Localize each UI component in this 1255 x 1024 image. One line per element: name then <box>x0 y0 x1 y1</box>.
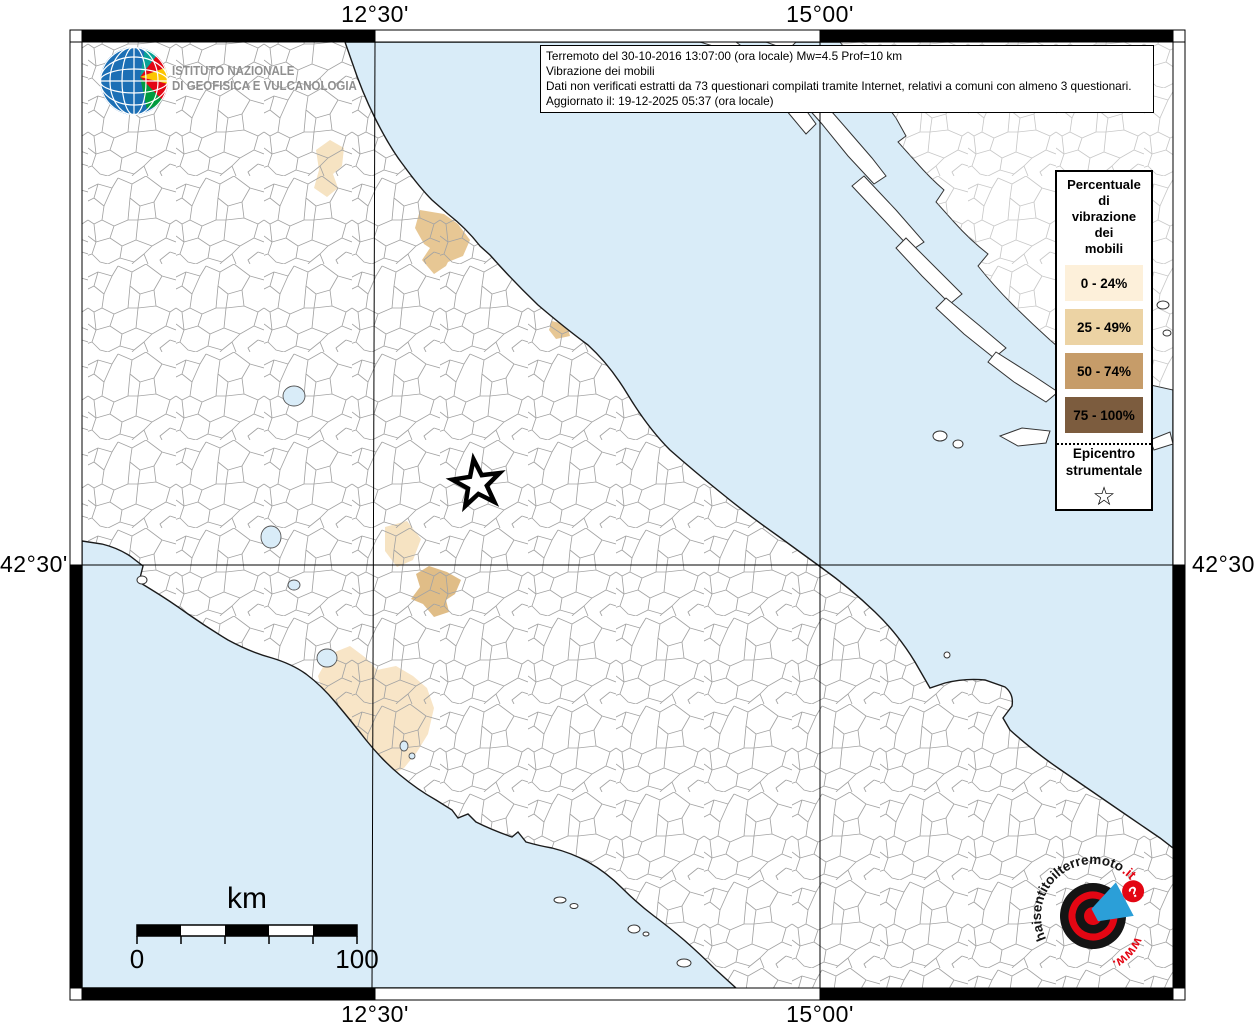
legend-title-line: di <box>1098 193 1110 208</box>
legend-swatch-0-24: 0 - 24% <box>1065 265 1143 301</box>
coord-label-bottom-left: 12°30' <box>341 1001 409 1024</box>
legend-title-line: Percentuale <box>1067 177 1141 192</box>
hsit-map-page: ? haisentitoilterremoto .it www. 12°30' … <box>0 0 1255 1024</box>
legend-epicenter-label: strumentale <box>1065 463 1143 478</box>
coord-label-top-left: 12°30' <box>341 1 409 27</box>
legend-swatch-50-74: 50 - 74% <box>1065 353 1143 389</box>
info-line-event: Terremoto del 30-10-2016 13:07:00 (ora l… <box>546 49 903 63</box>
ingv-institute-name: ISTITUTO NAZIONALE DI GEOFISICA E VULCAN… <box>172 64 357 94</box>
legend-box: Percentuale di vibrazione dei mobili 0 -… <box>1055 170 1153 511</box>
legend-swatch-25-49: 25 - 49% <box>1065 309 1143 345</box>
info-line-updated: Aggiornato il: 19-12-2025 05:37 (ora loc… <box>546 94 774 108</box>
earthquake-info-box: Terremoto del 30-10-2016 13:07:00 (ora l… <box>540 45 1154 113</box>
legend-title-line: vibrazione <box>1071 209 1137 224</box>
info-line-map-type: Vibrazione dei mobili <box>546 64 655 78</box>
scale-start-label: 0 <box>129 944 145 974</box>
info-line-source: Dati non verificati estratti da 73 quest… <box>546 79 1132 93</box>
legend-epicenter-label: Epicentro <box>1072 446 1136 461</box>
coord-label-left: 42°30' <box>0 551 68 577</box>
coord-label-right: 42°30' <box>1192 551 1255 577</box>
star-outline-icon: ☆ <box>1092 481 1116 511</box>
ingv-name-line2: DI GEOFISICA E VULCANOLOGIA <box>172 79 357 93</box>
scale-unit-label: km <box>227 882 267 915</box>
scale-end-label: 100 <box>335 944 379 974</box>
legend-title-line: mobili <box>1084 241 1124 256</box>
coord-label-bottom-right: 15°00' <box>786 1001 854 1024</box>
shakemap-canvas: ? haisentitoilterremoto .it www. <box>69 29 1186 1001</box>
legend-title-line: dei <box>1094 225 1114 240</box>
legend-swatch-75-100: 75 - 100% <box>1065 397 1143 433</box>
coord-label-top-right: 15°00' <box>786 1 854 27</box>
ingv-name-line1: ISTITUTO NAZIONALE <box>172 64 295 78</box>
